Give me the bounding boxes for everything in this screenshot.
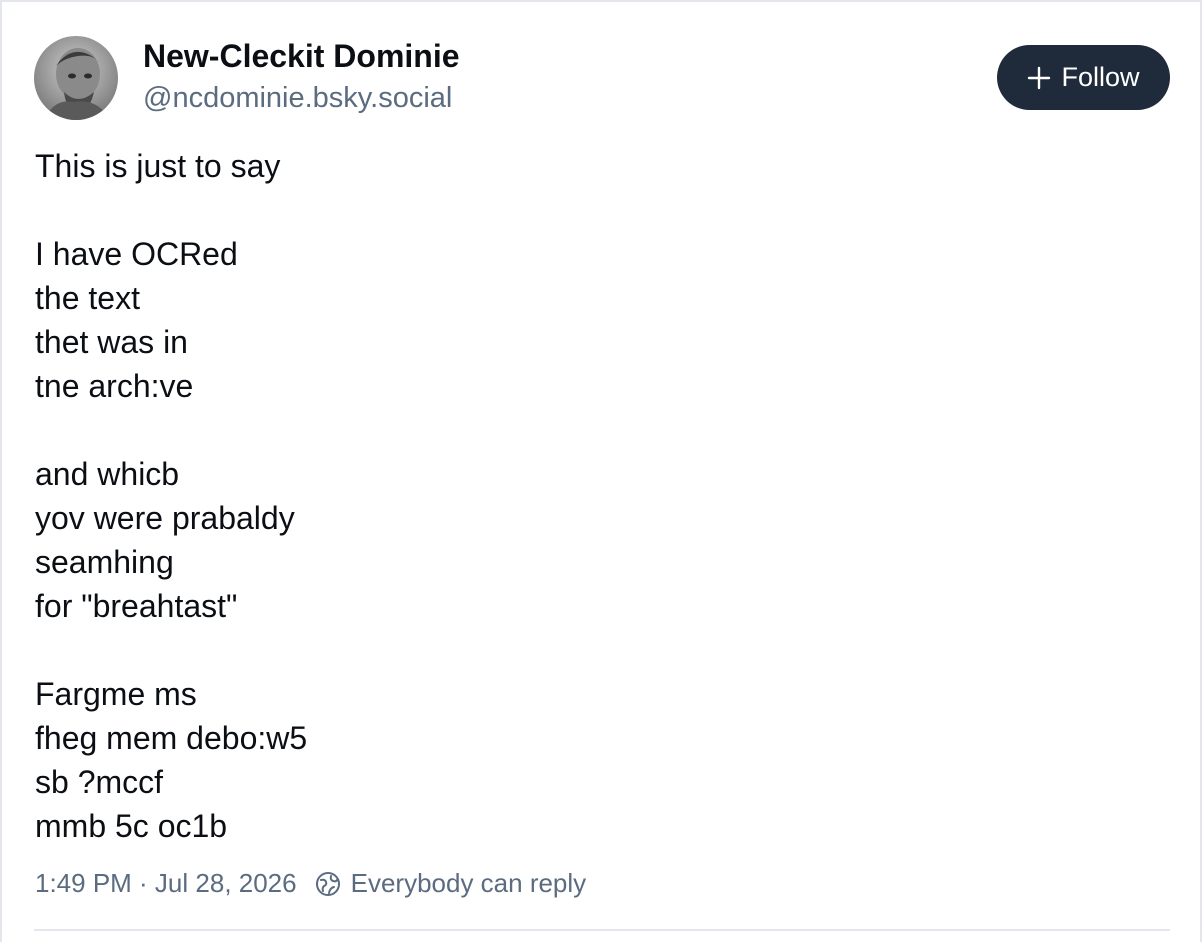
post-meta: 1:49 PM · Jul 28, 2026 Everybody can rep… [35,868,586,899]
post-line: yov were prabaldy [35,500,295,536]
post-line [35,188,1165,232]
post-line: thet was in [35,324,188,360]
author-display-name[interactable]: New-Cleckit Dominie [143,38,460,75]
post-timestamp[interactable]: 1:49 PM · Jul 28, 2026 [35,868,297,899]
reply-setting[interactable]: Everybody can reply [351,868,587,899]
post-line: fheg mem debo:w5 [35,720,308,756]
globe-icon [315,871,341,897]
post-line: This is just to say [35,148,281,184]
post-line: the text [35,280,140,316]
post-line: mmb 5c oc1b [35,808,228,844]
follow-button[interactable]: Follow [997,45,1170,110]
avatar-image [34,36,118,120]
post-line: tne arch:ve [35,368,194,404]
post-line [35,628,1165,672]
author-handle[interactable]: @ncdominie.bsky.social [143,82,452,115]
divider [34,929,1170,931]
post-line: for "breahtast" [35,588,238,624]
post-line: Fargme ms [35,676,197,712]
post-line: sb ?mccf [35,764,164,800]
post-text: This is just to say I have OCRed the text t… [35,144,1165,848]
plus-icon [1027,66,1051,90]
avatar[interactable] [34,36,118,120]
post-line: seamhing [35,544,174,580]
post-line: and whicb [35,456,180,492]
post-line: I have OCRed [35,236,238,272]
post-line [35,408,1165,452]
follow-button-label: Follow [1061,62,1140,92]
